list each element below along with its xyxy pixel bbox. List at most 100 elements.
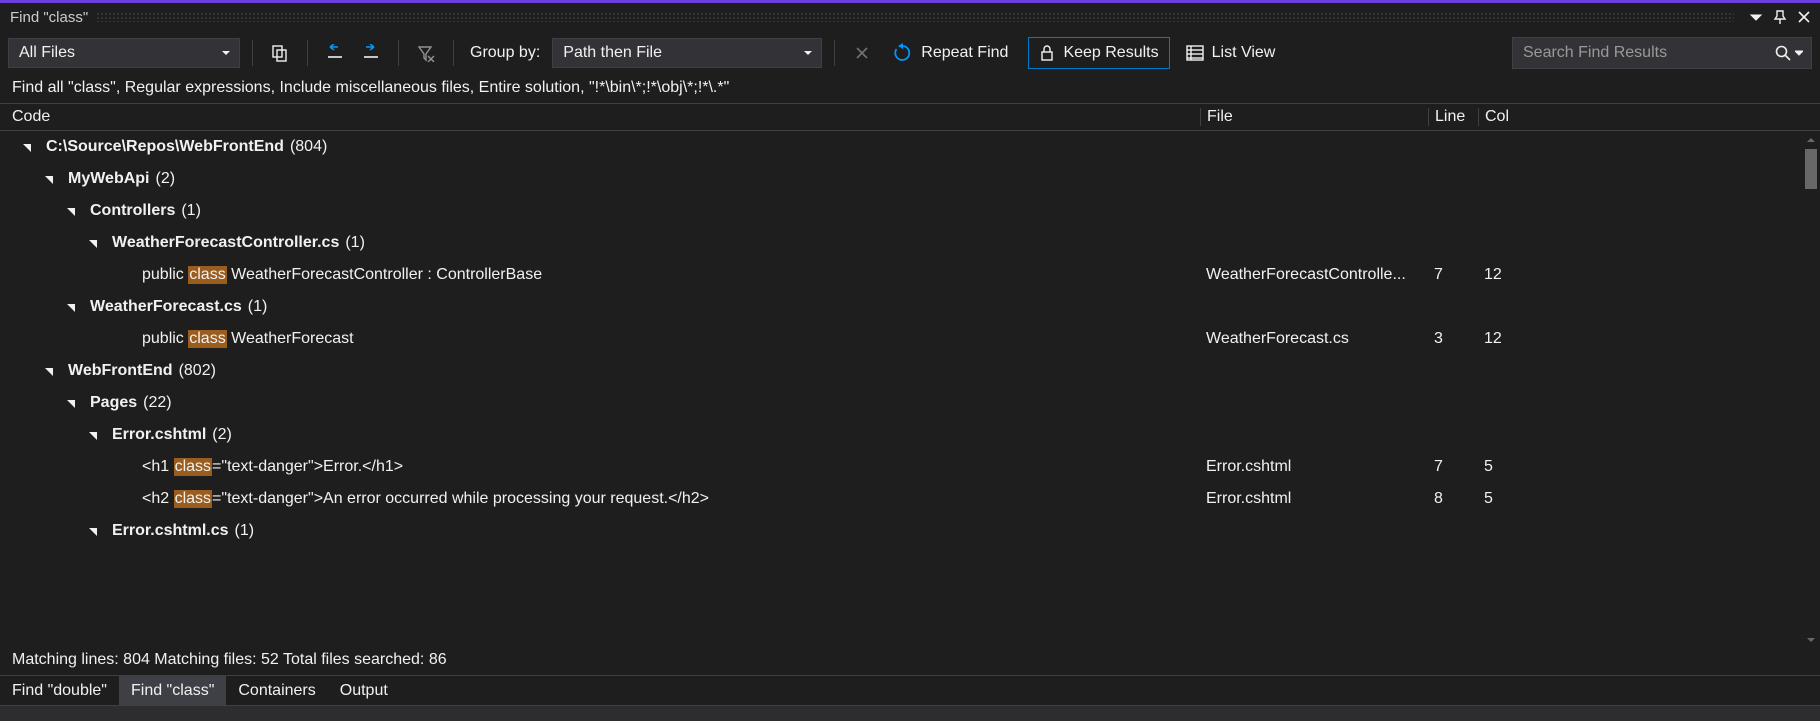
groupby-dropdown[interactable]: Path then File (552, 38, 822, 68)
result-group[interactable]: WeatherForecastController.cs (1) (0, 227, 1802, 259)
keep-results-label: Keep Results (1063, 44, 1158, 62)
column-line[interactable]: Line (1428, 108, 1478, 126)
output-tabs: Find "double"Find "class"ContainersOutpu… (0, 675, 1820, 705)
expand-caret-icon[interactable] (64, 300, 78, 314)
result-group[interactable]: Error.cshtml.cs (1) (0, 515, 1802, 547)
result-group[interactable]: Error.cshtml (2) (0, 419, 1802, 451)
list-view-toggle[interactable]: List View (1186, 44, 1276, 62)
previous-result-icon[interactable] (320, 38, 350, 68)
next-result-icon[interactable] (356, 38, 386, 68)
keep-results-toggle[interactable]: Keep Results (1028, 37, 1169, 69)
column-file[interactable]: File (1200, 108, 1428, 126)
group-count: (1) (248, 298, 268, 316)
titlebar-grip[interactable] (96, 12, 1734, 22)
output-tab[interactable]: Find "double" (0, 676, 119, 705)
expand-caret-icon[interactable] (64, 396, 78, 410)
result-group[interactable]: C:\Source\Repos\WebFrontEnd (804) (0, 131, 1802, 163)
group-count: (2) (155, 170, 175, 188)
group-label: Error.cshtml (112, 426, 206, 444)
match-line: 8 (1428, 490, 1478, 508)
match-col: 5 (1478, 490, 1534, 508)
search-icon (1775, 45, 1791, 61)
result-group[interactable]: WeatherForecast.cs (1) (0, 291, 1802, 323)
output-tab[interactable]: Containers (226, 676, 327, 705)
group-count: (2) (212, 426, 232, 444)
result-group[interactable]: WebFrontEnd (802) (0, 355, 1802, 387)
bottom-gap (0, 705, 1820, 721)
separator (834, 40, 835, 66)
result-match[interactable]: <h1 class="text-danger">Error.</h1>Error… (0, 451, 1802, 483)
separator (453, 40, 454, 66)
match-line: 7 (1428, 266, 1478, 284)
results-area: C:\Source\Repos\WebFrontEnd (804)MyWebAp… (0, 131, 1820, 649)
copy-icon[interactable] (265, 38, 295, 68)
match-col: 12 (1478, 330, 1534, 348)
vertical-scrollbar[interactable] (1802, 131, 1820, 649)
pin-icon[interactable] (1770, 7, 1790, 27)
group-label: MyWebApi (68, 170, 149, 188)
match-pre: <h2 (142, 490, 174, 508)
group-label: Controllers (90, 202, 175, 220)
scroll-down-icon[interactable] (1802, 631, 1820, 649)
output-tab[interactable]: Find "class" (119, 676, 226, 705)
chevron-down-icon (803, 48, 813, 58)
group-label: WeatherForecastController.cs (112, 234, 339, 252)
result-match[interactable]: <h2 class="text-danger">An error occurre… (0, 483, 1802, 515)
repeat-find-label: Repeat Find (921, 44, 1008, 62)
result-group[interactable]: MyWebApi (2) (0, 163, 1802, 195)
search-find-results-input[interactable]: Search Find Results (1512, 37, 1812, 69)
match-pre: <h1 (142, 458, 174, 476)
group-count: (804) (290, 138, 327, 156)
expand-caret-icon[interactable] (64, 204, 78, 218)
match-file: Error.cshtml (1200, 458, 1428, 476)
column-col[interactable]: Col (1478, 108, 1534, 126)
group-count: (802) (179, 362, 216, 380)
close-icon[interactable] (1794, 7, 1814, 27)
match-pre: public (142, 330, 188, 348)
separator (307, 40, 308, 66)
group-label: WebFrontEnd (68, 362, 173, 380)
match-file: WeatherForecast.cs (1200, 330, 1428, 348)
scrollbar-thumb[interactable] (1805, 149, 1817, 189)
window-menu-icon[interactable] (1746, 7, 1766, 27)
expand-caret-icon[interactable] (86, 236, 100, 250)
match-col: 5 (1478, 458, 1534, 476)
repeat-find-button[interactable]: Repeat Find (893, 43, 1008, 63)
window-title: Find "class" (10, 9, 88, 26)
chevron-down-icon (221, 48, 231, 58)
result-group[interactable]: Pages (22) (0, 387, 1802, 419)
lock-icon (1039, 45, 1055, 61)
column-code[interactable]: Code (0, 108, 1200, 126)
scroll-up-icon[interactable] (1802, 131, 1820, 149)
expand-caret-icon[interactable] (86, 428, 100, 442)
scope-dropdown[interactable]: All Files (8, 38, 240, 68)
match-line: 7 (1428, 458, 1478, 476)
groupby-value: Path then File (563, 44, 662, 62)
group-label: C:\Source\Repos\WebFrontEnd (46, 138, 284, 156)
match-pre: public (142, 266, 188, 284)
group-count: (1) (181, 202, 201, 220)
match-post: ="text-danger">An error occurred while p… (212, 490, 709, 508)
group-count: (1) (345, 234, 365, 252)
titlebar: Find "class" (0, 3, 1820, 31)
match-highlight: class (188, 330, 226, 348)
expand-caret-icon[interactable] (86, 524, 100, 538)
match-post: WeatherForecastController : ControllerBa… (227, 266, 542, 284)
clear-filter-icon[interactable] (411, 38, 441, 68)
find-results-window: Find "class" All Files (0, 0, 1820, 721)
cancel-search-icon[interactable] (847, 38, 877, 68)
expand-caret-icon[interactable] (20, 140, 34, 154)
expand-caret-icon[interactable] (42, 172, 56, 186)
result-group[interactable]: Controllers (1) (0, 195, 1802, 227)
match-file: WeatherForecastControlle... (1200, 266, 1428, 284)
result-match[interactable]: public class WeatherForecastWeatherForec… (0, 323, 1802, 355)
result-match[interactable]: public class WeatherForecastController :… (0, 259, 1802, 291)
expand-caret-icon[interactable] (42, 364, 56, 378)
output-tab[interactable]: Output (328, 676, 400, 705)
search-description: Find all "class", Regular expressions, I… (0, 75, 1820, 103)
group-count: (1) (235, 522, 255, 540)
match-col: 12 (1478, 266, 1534, 284)
match-highlight: class (174, 458, 212, 476)
toolbar: All Files (0, 31, 1820, 75)
search-placeholder: Search Find Results (1523, 44, 1667, 62)
